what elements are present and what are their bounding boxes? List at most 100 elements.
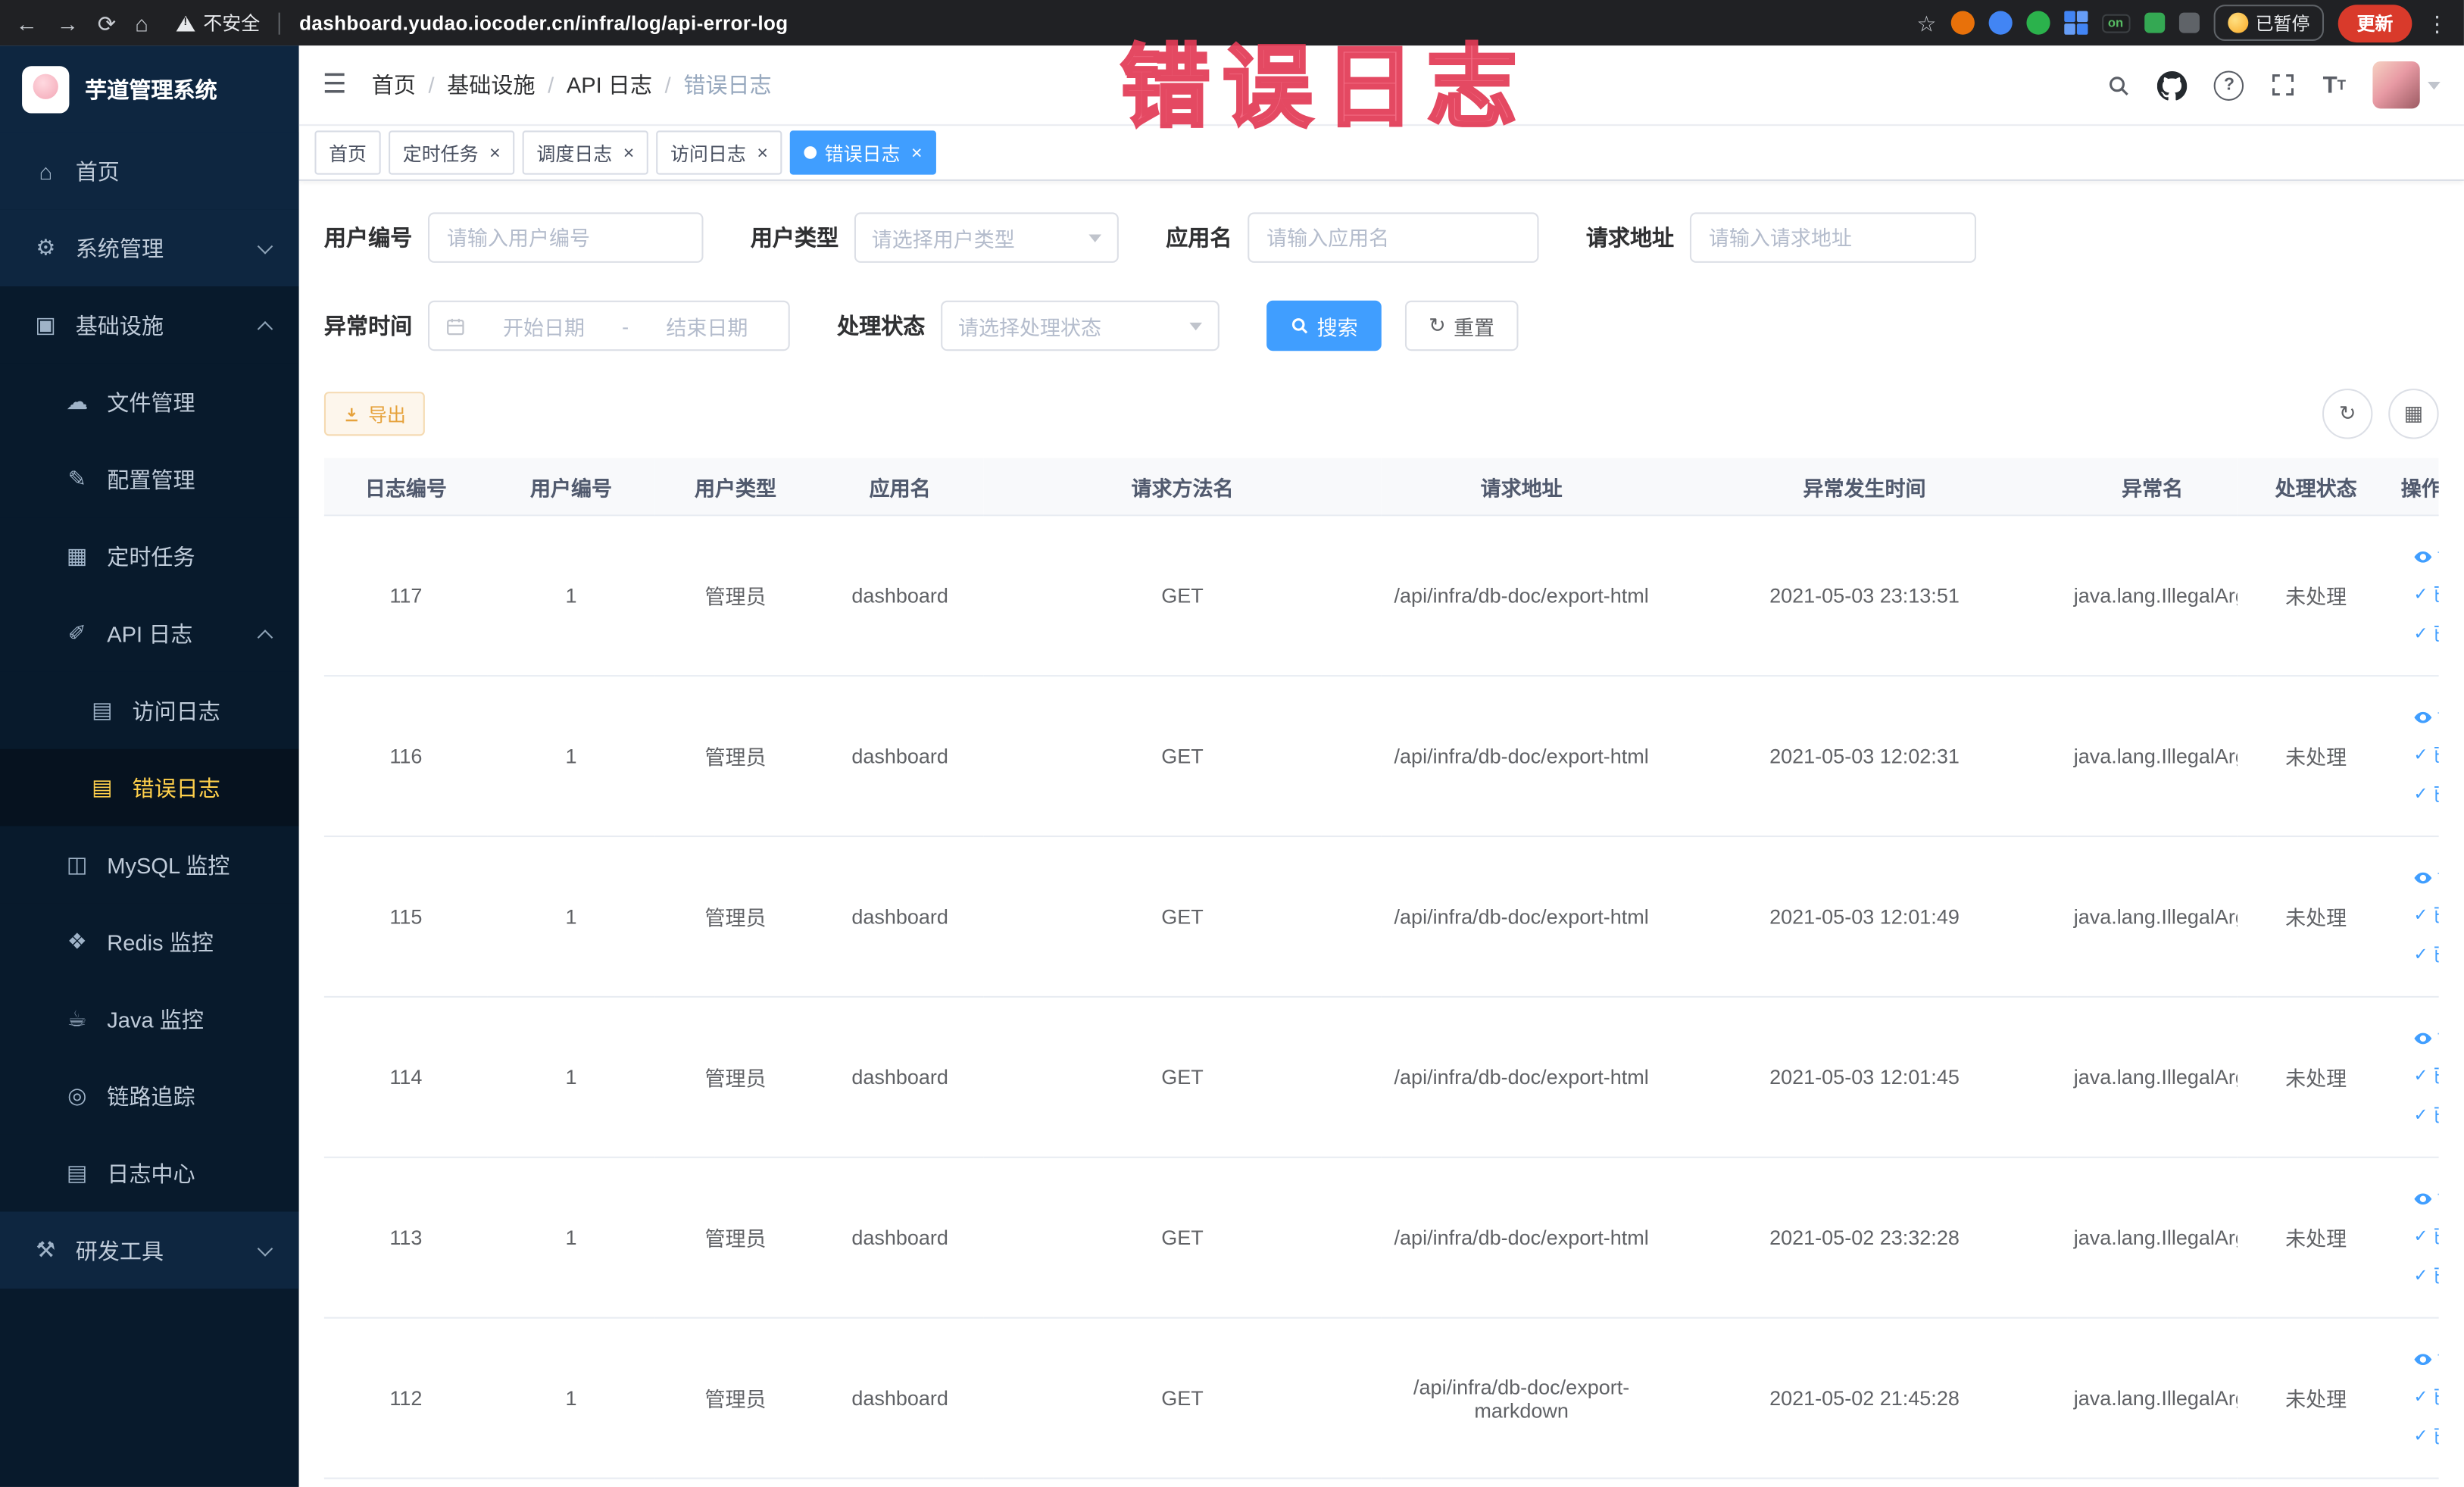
tab[interactable]: 错误日志 × [789,130,937,175]
exception-cell: java.lang.IllegalArgumentException [2067,1317,2238,1479]
table-row: 113 1 管理员 dashboard GET /api/infra/db-do… [323,1157,2439,1319]
export-button[interactable]: 导出 [323,392,425,436]
columns-button[interactable]: ▦ [2388,389,2439,439]
ignored-link[interactable]: ✓ 已忽略 [2413,936,2438,976]
tab[interactable]: 定时任务 × [389,130,515,175]
tab-close-icon[interactable]: × [911,143,923,162]
refresh-table-button[interactable]: ↻ [2322,389,2373,439]
paused-badge[interactable]: 已暂停 [2213,5,2325,42]
sidebar-item[interactable]: ▤ 访问日志 [0,671,299,749]
ignored-link[interactable]: ✓ 已忽略 [2413,1418,2438,1457]
time-cell: 2021-05-03 23:13:51 [1661,515,2068,677]
method-cell: GET [983,1157,1382,1319]
forward-icon[interactable]: → [57,12,79,34]
font-size-icon[interactable]: TT [2323,72,2346,98]
menu-icon: ⚒ [36,1236,56,1262]
tab-close-icon[interactable]: × [757,143,768,162]
breadcrumb-link[interactable]: 基础设施 [447,69,535,101]
processed-link[interactable]: ✓ 已处理 [2413,736,2438,776]
processed-link[interactable]: ✓ 已处理 [2413,1218,2438,1257]
date-range-picker[interactable]: 开始日期 - 结束日期 [427,300,790,351]
reset-button[interactable]: ↻ 重置 [1404,300,1519,351]
ignored-link[interactable]: ✓ 已忽略 [2413,776,2438,815]
extension-blue-icon[interactable] [1988,11,2013,35]
update-button[interactable]: 更新 [2338,4,2412,42]
processed-link[interactable]: ✓ 已处理 [2413,1057,2438,1097]
detail-link[interactable]: 详细 [2413,1018,2439,1057]
sidebar-item[interactable]: ⚒ 研发工具 [0,1211,299,1289]
tab[interactable]: 首页 × [314,130,381,175]
extension-green-icon[interactable] [2025,11,2050,35]
detail-link[interactable]: 详细 [2413,858,2439,897]
breadcrumb-link[interactable]: 错误日志 [683,69,771,101]
breadcrumb-link[interactable]: API 日志 [567,69,652,101]
detail-link[interactable]: 详细 [2413,697,2439,736]
status-cell: 未处理 [2237,1157,2395,1319]
sidebar-item[interactable]: ▤ 日志中心 [0,1134,299,1212]
ignored-link[interactable]: ✓ 已忽略 [2413,1257,2438,1297]
user-type-cell: 管理员 [654,836,817,998]
app-name-input[interactable] [1248,212,1539,263]
sidebar-item[interactable]: ▦ 定时任务 [0,517,299,595]
bookmark-star-icon[interactable]: ☆ [1916,12,1936,34]
search-button[interactable]: 搜索 [1266,300,1382,351]
breadcrumb-link[interactable]: 首页 [372,69,416,101]
user-id-cell: 1 [487,996,655,1158]
method-cell: GET [983,676,1382,838]
user-type-select[interactable]: 请选择用户类型 [854,212,1119,263]
sidebar-item[interactable]: ◎ 链路追踪 [0,1057,299,1135]
actions-cell: 详细 ✓ 已处理 ✓ 已忽略 [2394,1157,2439,1319]
processed-link[interactable]: ✓ 已处理 [2413,1379,2438,1418]
sidebar-item[interactable]: ▣ 基础设施 [0,286,299,364]
extension-orange-icon[interactable] [1950,11,1975,35]
ignored-link[interactable]: ✓ 已忽略 [2413,1097,2438,1136]
sidebar-item[interactable]: ⌂ 首页 [0,132,299,210]
hamburger-icon[interactable]: ☰ [323,69,347,101]
back-icon[interactable]: ← [16,12,38,34]
sidebar-item[interactable]: ✎ 配置管理 [0,440,299,518]
sidebar-item[interactable]: ⚙ 系统管理 [0,209,299,287]
sidebar-item[interactable]: ◫ MySQL 监控 [0,826,299,904]
user-menu[interactable] [2372,61,2441,109]
sidebar-item[interactable]: ✐ API 日志 [0,595,299,672]
detail-link[interactable]: 详细 [2413,536,2439,576]
reload-icon[interactable]: ⟳ [98,12,116,34]
tab[interactable]: 访问日志 × [656,130,782,175]
address-url[interactable]: dashboard.yudao.iocoder.cn/infra/log/api… [299,12,788,34]
extension-grid-icon[interactable] [2063,11,2088,35]
help-icon[interactable]: ? [2214,70,2244,100]
browser-menu-icon[interactable]: ⋮ [2426,12,2448,34]
menu-icon: ▦ [67,542,88,568]
extensions-puzzle-icon[interactable] [2178,12,2199,33]
check-icon: ✓ [2413,1267,2428,1286]
sidebar-item[interactable]: ☁ 文件管理 [0,363,299,441]
avatar[interactable] [2372,61,2420,109]
viewport: ← → ⟳ ⌂ 不安全 dashboard.yudao.iocoder.cn/i… [0,0,2464,1487]
logo-row[interactable]: 芋道管理系统 [0,45,299,133]
process-status-select[interactable]: 请选择处理状态 [941,300,1220,351]
exception-cell: java.lang.IllegalArgumentException [2067,676,2238,838]
search-icon[interactable] [2107,73,2131,97]
user-id-input[interactable] [427,212,704,263]
home-icon[interactable]: ⌂ [135,12,148,34]
eye-icon [2414,871,2432,883]
extension-on-badge[interactable]: on [2101,13,2130,33]
tab-close-icon[interactable]: × [489,143,501,162]
tab[interactable]: 调度日志 × [522,130,648,175]
detail-link[interactable]: 详细 [2413,1339,2439,1379]
sidebar-item[interactable]: ❖ Redis 监控 [0,903,299,981]
detail-link[interactable]: 详细 [2413,1179,2439,1218]
tab-close-icon[interactable]: × [623,143,635,162]
sidebar-item[interactable]: ☕ Java 监控 [0,980,299,1057]
ignored-link[interactable]: ✓ 已忽略 [2413,615,2438,654]
sidebar-item[interactable]: ▤ 错误日志 [0,748,299,826]
github-icon[interactable] [2157,70,2188,100]
annotation-overlay: 错误日志 [1119,36,1530,140]
processed-link[interactable]: ✓ 已处理 [2413,576,2438,615]
request-url-input[interactable] [1689,212,1976,263]
extension-leaf-icon[interactable] [2144,12,2165,33]
processed-link[interactable]: ✓ 已处理 [2413,897,2438,936]
fullscreen-icon[interactable] [2271,73,2296,98]
column-header: 异常发生时间 [1661,458,2068,517]
site-security[interactable]: 不安全 [176,9,260,36]
